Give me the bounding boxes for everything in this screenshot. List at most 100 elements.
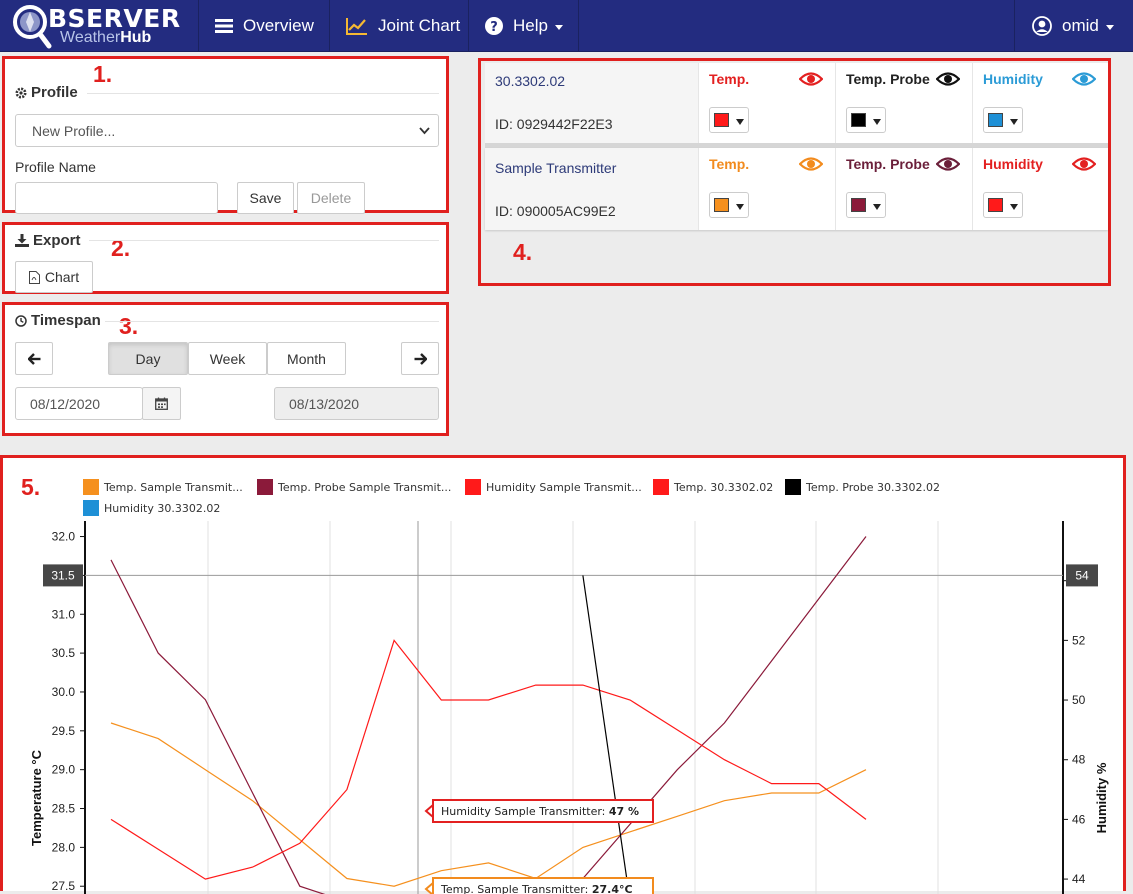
right-tick-label: 48 [1072, 753, 1086, 767]
color-picker[interactable] [709, 107, 749, 133]
eye-icon[interactable] [1072, 156, 1096, 172]
color-swatch [988, 198, 1003, 212]
sensor-temp-probe: Temp. Probe [835, 63, 972, 145]
crosshair-right-value: 54 [1075, 568, 1089, 582]
left-tick-label: 30.5 [52, 646, 76, 660]
color-picker[interactable] [709, 192, 749, 218]
device-row: Sample Transmitter ID: 090005AC99E2 Temp… [485, 148, 1108, 230]
device-id: ID: 090005AC99E2 [495, 203, 616, 219]
profile-name-label: Profile Name [15, 159, 96, 175]
chevron-down-icon [1106, 25, 1114, 30]
device-id: ID: 0929442F22E3 [495, 116, 613, 132]
device-sensor-panel: 30.3302.02 ID: 0929442F22E3 Temp. Temp. … [478, 58, 1111, 286]
color-picker[interactable] [983, 192, 1023, 218]
profile-select[interactable]: New Profile... [15, 114, 439, 147]
color-picker[interactable] [846, 107, 886, 133]
eye-icon[interactable] [936, 71, 960, 87]
device-name[interactable]: Sample Transmitter [495, 160, 616, 176]
export-chart-button[interactable]: Chart [15, 261, 93, 293]
caret-down-icon [873, 119, 881, 125]
sensor-temp: Temp. [698, 63, 835, 145]
divider [87, 93, 439, 94]
clock-icon [15, 315, 27, 327]
caret-down-icon [736, 119, 744, 125]
y-axis-left-title: Temperature °C [29, 749, 44, 846]
nav-user-dropdown[interactable]: omid [1014, 0, 1133, 52]
delete-button[interactable]: Delete [297, 182, 365, 214]
left-tick-label: 29.0 [52, 763, 76, 777]
brand-logo[interactable]: BSERVER WeatherHub [8, 0, 198, 52]
left-tick-label: 27.5 [52, 879, 76, 893]
chevron-down-icon [555, 25, 563, 30]
device-name[interactable]: 30.3302.02 [495, 73, 565, 89]
download-icon [15, 234, 29, 247]
tooltip-text: Temp. Sample Transmitter: 27.4°C [440, 883, 633, 894]
tab-month[interactable]: Month [267, 342, 346, 375]
nav-help-dropdown[interactable]: ? Help [468, 0, 579, 52]
save-button[interactable]: Save [237, 182, 294, 214]
sensor-label: Temp. Probe [846, 71, 930, 87]
export-panel: Export 2. Chart [2, 222, 449, 294]
chart-tooltip: Humidity Sample Transmitter: 47 % [426, 800, 653, 822]
export-title: Export [15, 232, 81, 249]
right-tick-label: 50 [1072, 693, 1086, 707]
sensor-label: Humidity [983, 156, 1043, 172]
profile-title: Profile [15, 84, 78, 101]
line-chart-icon [346, 17, 368, 35]
tooltip-text: Humidity Sample Transmitter: 47 % [441, 805, 639, 818]
color-picker[interactable] [846, 192, 886, 218]
profile-panel: Profile 1. New Profile... Profile Name S… [2, 56, 449, 213]
right-tick-label: 52 [1072, 633, 1086, 647]
sensor-label: Temp. [709, 71, 749, 87]
brand-subtitle: WeatherHub [60, 29, 151, 47]
timespan-title: Timespan [15, 312, 101, 329]
gear-icon [15, 87, 27, 99]
joint-chart[interactable]: 32.031.531.030.530.029.529.028.528.027.5… [3, 458, 1123, 894]
divider [105, 321, 439, 322]
observer-logo-icon [10, 3, 52, 49]
annotation-1: 1. [93, 61, 112, 88]
nav-joint-chart[interactable]: Joint Chart [329, 0, 468, 52]
nav-user-label: omid [1062, 16, 1099, 36]
user-circle-icon [1032, 16, 1052, 36]
left-tick-label: 30.0 [52, 685, 76, 699]
tooltip-label: Humidity Sample Transmitter: [441, 805, 609, 818]
pdf-file-icon [29, 271, 40, 284]
eye-icon[interactable] [936, 156, 960, 172]
end-date-input[interactable]: 08/13/2020 [274, 387, 439, 420]
timespan-panel: Timespan 3. Day Week Month 08/12/2020 08… [2, 302, 449, 436]
chevron-down-icon [419, 125, 430, 136]
eye-icon[interactable] [1072, 71, 1096, 87]
color-swatch [851, 113, 866, 127]
sensor-label: Temp. [709, 156, 749, 172]
right-tick-label: 44 [1072, 872, 1086, 886]
sensor-humidity: Humidity [972, 148, 1108, 230]
next-period-button[interactable] [401, 342, 439, 375]
device-row: 30.3302.02 ID: 0929442F22E3 Temp. Temp. … [485, 63, 1108, 145]
crosshair-left-value: 31.5 [51, 568, 75, 582]
tooltip-value: 27.4°C [592, 883, 633, 894]
eye-icon[interactable] [799, 71, 823, 87]
color-picker[interactable] [983, 107, 1023, 133]
calendar-icon [155, 397, 168, 410]
tab-week[interactable]: Week [188, 342, 267, 375]
sensor-temp: Temp. [698, 148, 835, 230]
nav-overview-label: Overview [243, 16, 314, 36]
caret-down-icon [1010, 119, 1018, 125]
profile-name-input[interactable] [15, 182, 218, 214]
tooltip-label: Temp. Sample Transmitter: [440, 883, 592, 894]
arrow-right-icon [414, 353, 427, 365]
tooltip-pointer [426, 883, 433, 894]
sensor-humidity: Humidity [972, 63, 1108, 145]
tab-day[interactable]: Day [108, 342, 188, 375]
divider [89, 240, 439, 241]
calendar-button[interactable] [142, 387, 181, 420]
nav-overview[interactable]: Overview [198, 0, 329, 52]
left-tick-label: 28.5 [52, 802, 76, 816]
tooltip-value: 47 % [609, 805, 639, 818]
start-date-input[interactable]: 08/12/2020 [15, 387, 143, 420]
previous-period-button[interactable] [15, 342, 53, 375]
color-swatch [988, 113, 1003, 127]
nav-help-label: Help [513, 16, 548, 36]
eye-icon[interactable] [799, 156, 823, 172]
